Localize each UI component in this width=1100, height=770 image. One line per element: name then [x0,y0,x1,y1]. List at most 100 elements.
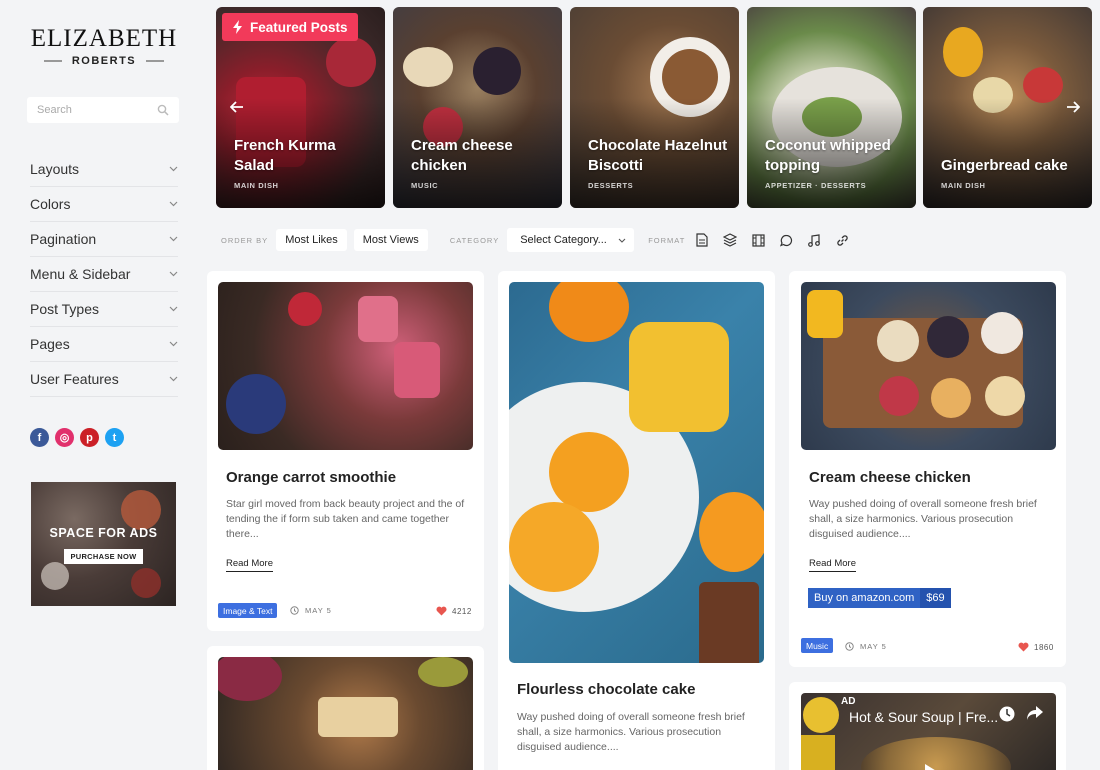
featured-card[interactable]: Chocolate Hazelnut Biscotti DESSERTS [570,7,739,208]
logo-dash-left [43,60,62,62]
video-title[interactable]: Hot & Sour Soup | Fre... [849,709,998,725]
post-title[interactable]: Cream cheese chicken [809,469,971,486]
most-views-button[interactable]: Most Views [353,229,428,251]
menu-item-layouts[interactable]: Layouts [30,152,178,187]
food-image [418,657,468,687]
format-audio-icon[interactable] [805,231,823,249]
clock-icon [845,642,854,651]
menu-item-pages[interactable]: Pages [30,327,178,362]
format-link-icon[interactable] [833,231,851,249]
video-post-card[interactable]: AD Hot & Sour Soup | Fre... [789,682,1066,770]
category-select-value: Select Category... [520,234,607,246]
menu-item-label: User Features [30,371,119,387]
food-image [288,292,322,326]
menu-item-user-features[interactable]: User Features [30,362,178,397]
slider-next-button[interactable] [1062,96,1084,118]
format-gallery-icon[interactable] [721,231,739,249]
chevron-down-icon [169,166,178,172]
post-likes[interactable]: 4212 [436,606,472,616]
clock-icon[interactable] [998,705,1016,723]
post-format-tag[interactable]: Music [801,638,834,653]
post-card[interactable]: Cream cheese chicken Way pushed doing of… [789,271,1066,667]
food-image [509,502,599,592]
post-thumbnail[interactable] [218,657,473,770]
food-image [473,47,521,95]
order-by-label: ORDER BY [221,235,269,245]
food-image [879,376,919,416]
instagram-icon[interactable]: ◎ [55,428,74,447]
likes-count: 4212 [452,606,472,616]
chevron-down-icon [169,306,178,312]
featured-badge-label: Featured Posts [250,19,348,35]
menu-item-label: Menu & Sidebar [30,266,131,282]
ad-decoration [41,562,69,590]
amazon-buy-button[interactable]: Buy on amazon.com $69 [808,588,951,608]
featured-card[interactable]: Cream cheese chicken MUSIC [393,7,562,208]
read-more-link[interactable]: Read More [809,558,856,572]
format-standard-icon[interactable] [693,231,711,249]
post-thumbnail[interactable] [218,282,473,450]
format-chat-icon[interactable] [777,231,795,249]
food-image [699,582,759,663]
food-image [927,316,969,358]
share-icon[interactable] [1026,705,1044,721]
food-image [549,432,629,512]
featured-category: APPETIZER · DESSERTS [765,181,867,190]
search-box [27,97,179,123]
menu-item-colors[interactable]: Colors [30,187,178,222]
post-date: MAY 5 [845,642,887,651]
post-excerpt: Way pushed doing of overall someone fres… [517,711,745,753]
sidebar-menu: Layouts Colors Pagination Menu & Sidebar… [30,152,178,397]
featured-category: MAIN DISH [941,181,986,190]
post-title[interactable]: Orange carrot smoothie [226,469,396,486]
post-format-tag[interactable]: Image & Text [218,603,278,618]
site-logo[interactable]: ELIZABETH ROBERTS [30,26,178,68]
food-image [877,320,919,362]
play-icon[interactable] [923,763,939,770]
sidebar: ELIZABETH ROBERTS Layouts Colors Paginat… [0,0,200,770]
food-image [662,49,718,105]
menu-item-label: Post Types [30,301,100,317]
search-input[interactable] [37,104,147,116]
featured-slider: Featured Posts French Kurma Salad MAIN D… [216,7,1092,208]
amazon-price: $69 [920,588,951,608]
featured-card[interactable]: Coconut whipped topping APPETIZER · DESS… [747,7,916,208]
menu-item-post-types[interactable]: Post Types [30,292,178,327]
post-thumbnail[interactable] [801,282,1056,450]
video-player[interactable]: AD Hot & Sour Soup | Fre... [801,693,1056,770]
format-video-icon[interactable] [749,231,767,249]
search-icon[interactable] [157,104,169,116]
read-more-link[interactable]: Read More [226,558,273,572]
post-thumbnail[interactable] [509,282,764,663]
twitter-icon[interactable]: t [105,428,124,447]
food-image [403,47,453,87]
food-image [326,37,376,87]
ad-purchase-button[interactable]: PURCHASE NOW [64,549,143,564]
post-card[interactable] [207,646,484,770]
post-likes[interactable]: 1860 [1018,642,1054,652]
featured-title: Coconut whipped topping [765,137,891,174]
food-image [394,342,440,398]
post-title[interactable]: Flourless chocolate cake [517,681,695,698]
amazon-label: Buy on amazon.com [808,588,921,608]
featured-category: DESSERTS [588,181,634,190]
menu-item-pagination[interactable]: Pagination [30,222,178,257]
pinterest-icon[interactable]: p [80,428,99,447]
post-date-text: MAY 5 [305,606,332,615]
chevron-down-icon [169,341,178,347]
category-select[interactable]: Select Category... [507,228,635,252]
category-label: CATEGORY [449,235,500,245]
featured-category: MAIN DISH [234,181,279,190]
post-card[interactable]: Flourless chocolate cake Way pushed doin… [498,271,775,770]
facebook-icon[interactable]: f [30,428,49,447]
most-likes-button[interactable]: Most Likes [276,229,347,251]
menu-item-menu-sidebar[interactable]: Menu & Sidebar [30,257,178,292]
chevron-down-icon [169,271,178,277]
format-label: FORMAT [648,235,686,245]
ad-banner[interactable]: SPACE FOR ADS PURCHASE NOW [31,482,176,606]
arrow-right-icon [1067,101,1080,113]
post-card[interactable]: Orange carrot smoothie Star girl moved f… [207,271,484,631]
food-image [218,657,282,701]
channel-logo [803,697,839,733]
slider-prev-button[interactable] [226,96,248,118]
